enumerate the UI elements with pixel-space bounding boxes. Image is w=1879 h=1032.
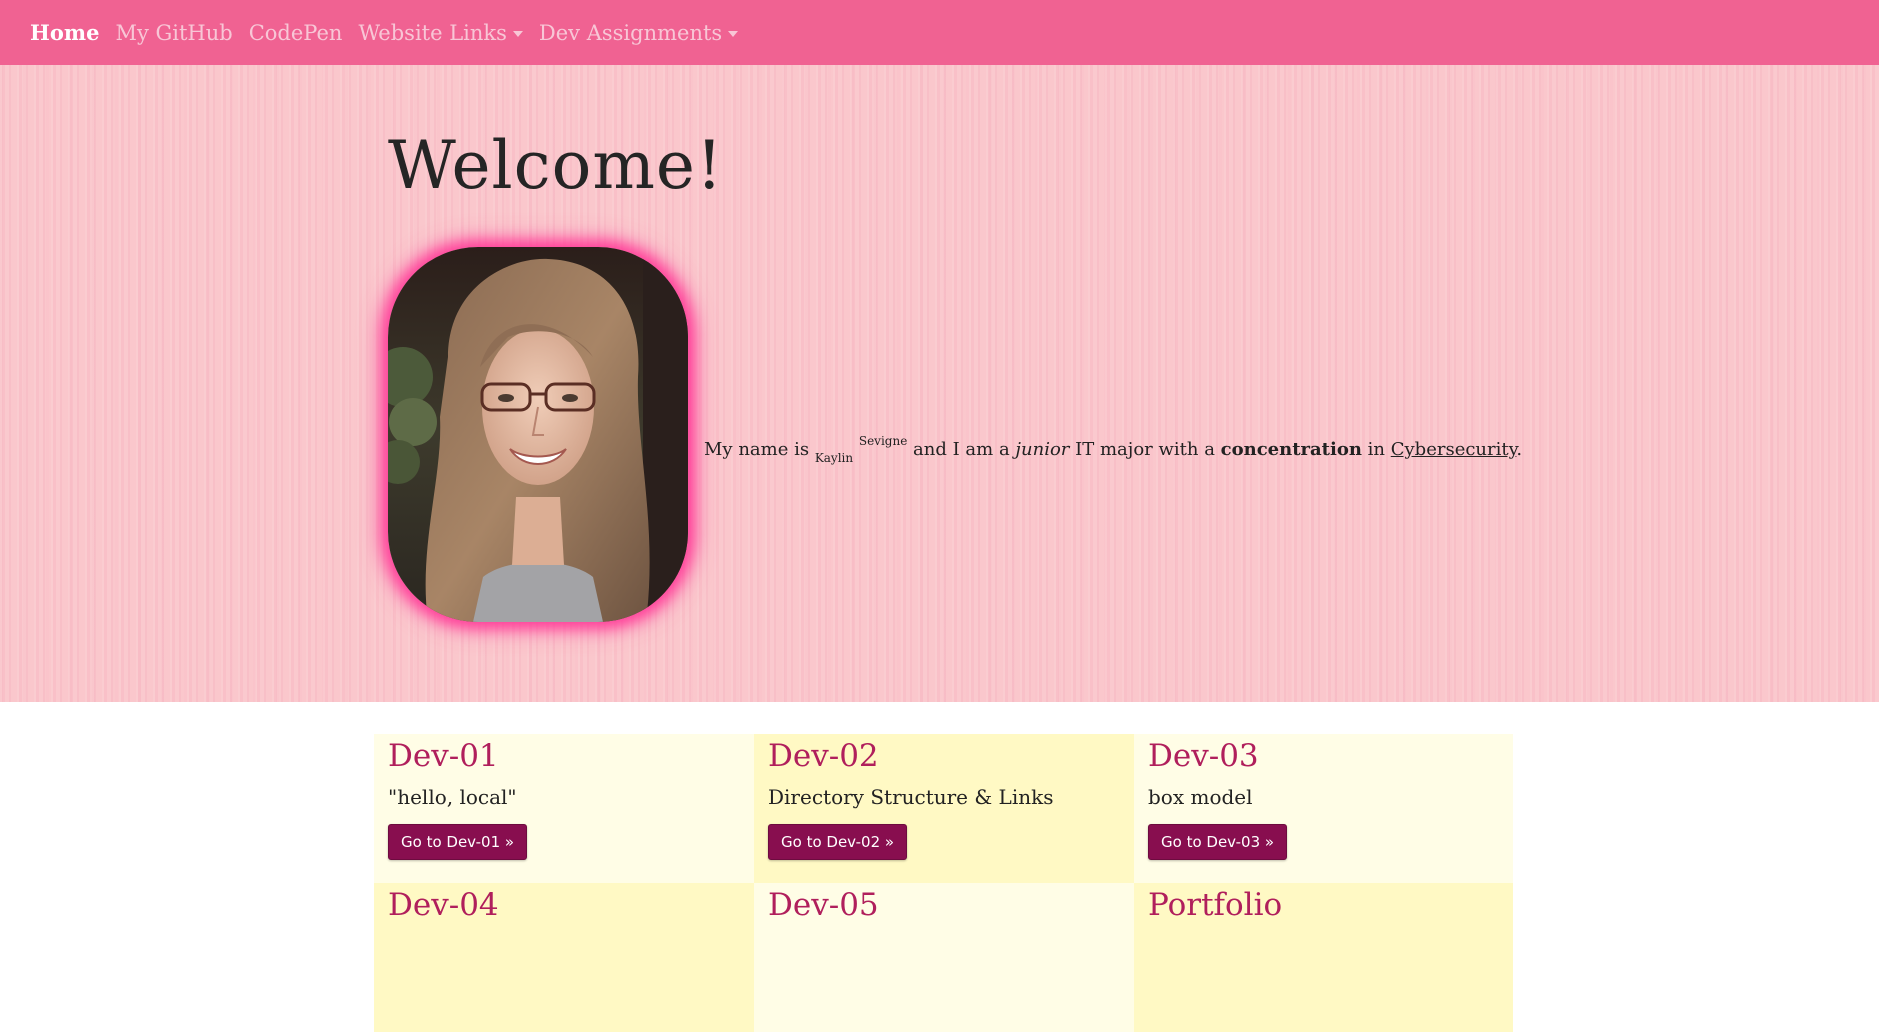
- nav-codepen-label: CodePen: [248, 20, 343, 45]
- card-title: Dev-02: [768, 738, 879, 774]
- intro-suffix: .: [1516, 439, 1523, 460]
- intro-emphasis: junior: [1015, 439, 1070, 460]
- card-dev-04: Dev-04: [374, 883, 754, 1032]
- caret-down-icon: [728, 30, 739, 37]
- caret-down-icon: [512, 30, 523, 37]
- cybersecurity-text: Cybersecurity: [1390, 439, 1517, 460]
- go-to-dev-02-button[interactable]: Go to Dev-02 »: [768, 824, 908, 860]
- card-dev-02: Dev-02 Directory Structure & Links Go to…: [754, 734, 1134, 883]
- card-description: "hello, local": [388, 785, 517, 809]
- intro-text: My name is Kaylin Sevigne and I am a jun…: [704, 434, 1523, 465]
- first-name: Kaylin: [814, 450, 854, 465]
- card-dev-01: Dev-01 "hello, local" Go to Dev-01 »: [374, 734, 754, 883]
- intro-part2: IT major with a: [1069, 439, 1221, 460]
- card-title: Portfolio: [1148, 887, 1283, 923]
- card-title: Dev-04: [388, 887, 499, 923]
- intro-strong: concentration: [1220, 439, 1362, 460]
- card-description: Directory Structure & Links: [768, 785, 1054, 809]
- go-to-dev-03-button[interactable]: Go to Dev-03 »: [1148, 824, 1288, 860]
- card-dev-05: Dev-05: [754, 883, 1134, 1032]
- nav-codepen[interactable]: CodePen: [249, 21, 343, 45]
- nav-my-github-label: My GitHub: [115, 20, 233, 45]
- last-name: Sevigne: [858, 434, 908, 448]
- go-to-dev-01-button[interactable]: Go to Dev-01 »: [388, 824, 528, 860]
- card-dev-03: Dev-03 box model Go to Dev-03 »: [1134, 734, 1513, 883]
- card-title: Dev-05: [768, 887, 879, 923]
- intro-part1: and I am a: [907, 439, 1016, 460]
- intro-part3: in: [1361, 439, 1391, 460]
- nav-website-links-dropdown[interactable]: Website Links: [358, 20, 523, 45]
- nav-my-github[interactable]: My GitHub: [115, 21, 232, 45]
- intro-prefix: My name is: [704, 439, 815, 460]
- nav-website-links-label: Website Links: [358, 20, 507, 45]
- card-portfolio: Portfolio: [1134, 883, 1513, 1032]
- card-title: Dev-03: [1148, 738, 1259, 774]
- nav-home[interactable]: Home: [30, 20, 99, 45]
- top-navbar: Home My GitHub CodePen Website Links Dev…: [0, 0, 1879, 65]
- assignment-cards: Dev-01 "hello, local" Go to Dev-01 » Dev…: [374, 734, 1513, 1032]
- hero-jumbotron: Welcome! My name is Kaylin Sevigne and I…: [0, 65, 1879, 702]
- nav-dev-assignments-dropdown[interactable]: Dev Assignments: [538, 20, 739, 45]
- nav-home-label: Home: [30, 20, 100, 45]
- card-title: Dev-01: [388, 738, 499, 774]
- nav-dev-assignments-label: Dev Assignments: [538, 20, 723, 45]
- profile-photo: [388, 247, 688, 622]
- card-description: box model: [1148, 785, 1253, 809]
- page-title: Welcome!: [388, 127, 724, 204]
